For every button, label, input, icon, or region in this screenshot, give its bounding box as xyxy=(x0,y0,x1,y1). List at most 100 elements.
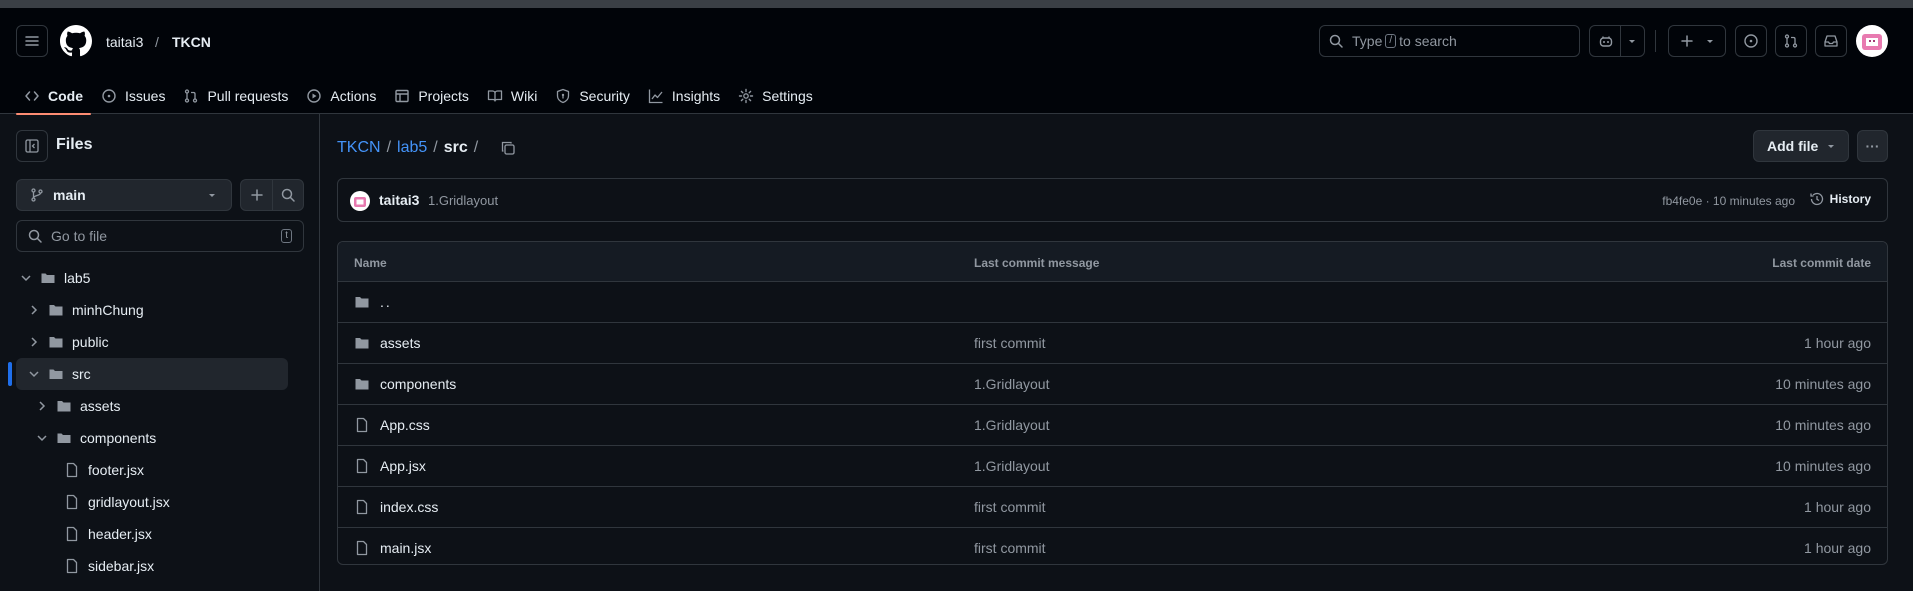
folder-open-icon xyxy=(41,273,55,283)
add-file-button[interactable]: Add file xyxy=(1753,130,1849,162)
commit-message-link[interactable]: 1.Gridlayout xyxy=(974,417,1049,433)
parent-directory-link[interactable]: .. xyxy=(380,294,392,310)
tab-pull-requests[interactable]: Pull requests xyxy=(175,78,296,114)
commit-hash-time[interactable]: fb4fe0e · 10 minutes ago xyxy=(1662,194,1795,208)
tab-wiki[interactable]: Wiki xyxy=(479,78,545,114)
tree-item-label: minhChung xyxy=(72,302,144,318)
file-name-link[interactable]: assets xyxy=(380,335,420,351)
avatar[interactable] xyxy=(350,191,370,211)
chevron-right-icon xyxy=(31,337,38,347)
tab-insights[interactable]: Insights xyxy=(640,78,728,114)
tree-folder-assets[interactable]: assets xyxy=(16,390,288,422)
pull-requests-button[interactable] xyxy=(1775,25,1807,57)
table-row[interactable]: main.jsx first commit 1 hour ago xyxy=(338,528,1887,564)
commit-message[interactable]: 1.Gridlayout xyxy=(428,193,498,208)
commit-message-link[interactable]: first commit xyxy=(974,499,1046,515)
tree-file-sidebar[interactable]: sidebar.jsx xyxy=(16,550,288,582)
commit-message-link[interactable]: first commit xyxy=(974,335,1046,351)
breadcrumb-root-link[interactable]: TKCN xyxy=(337,139,381,157)
issues-button[interactable] xyxy=(1735,25,1767,57)
pull-request-icon xyxy=(1784,34,1798,48)
tree-folder-lab5[interactable]: lab5 xyxy=(16,262,288,294)
copilot-divider xyxy=(1619,26,1621,56)
tree-file-header[interactable]: header.jsx xyxy=(16,518,288,550)
tab-label: Projects xyxy=(418,88,469,104)
commit-author[interactable]: taitai3 xyxy=(379,192,419,208)
commit-date: 10 minutes ago xyxy=(1775,417,1871,433)
branch-selector[interactable]: main xyxy=(16,179,232,211)
create-new-button[interactable] xyxy=(1668,25,1726,57)
file-icon xyxy=(356,499,368,515)
copy-icon xyxy=(502,141,515,155)
commit-date: 1 hour ago xyxy=(1804,335,1871,351)
tab-label: Insights xyxy=(671,88,721,104)
tab-security[interactable]: Security xyxy=(547,78,638,114)
search-input[interactable]: Type / to search xyxy=(1319,25,1580,57)
menu-button[interactable] xyxy=(16,25,48,57)
go-to-file-input[interactable]: Go to file t xyxy=(16,220,304,252)
tree-file-gridlayout[interactable]: gridlayout.jsx xyxy=(16,486,288,518)
search-files-button[interactable] xyxy=(273,180,303,210)
add-file-icon-button[interactable] xyxy=(241,180,272,210)
table-row[interactable]: App.jsx 1.Gridlayout 10 minutes ago xyxy=(338,446,1887,487)
column-header-date: Last commit date xyxy=(1772,256,1871,270)
parent-directory-row[interactable]: .. xyxy=(338,282,1887,323)
avatar[interactable] xyxy=(1856,25,1888,57)
more-options-button[interactable]: ··· xyxy=(1857,130,1888,162)
graph-icon xyxy=(648,89,663,104)
file-name-link[interactable]: index.css xyxy=(380,499,438,515)
column-header-message: Last commit message xyxy=(974,256,1100,270)
tab-label: Actions xyxy=(330,88,377,104)
breadcrumb-separator: / xyxy=(473,139,479,156)
folder-icon xyxy=(355,338,369,349)
file-name-link[interactable]: main.jsx xyxy=(380,540,431,556)
table-row[interactable]: App.css 1.Gridlayout 10 minutes ago xyxy=(338,405,1887,446)
file-name-link[interactable]: components xyxy=(380,376,456,392)
tab-settings[interactable]: Settings xyxy=(730,78,821,114)
tree-item-label: components xyxy=(80,430,157,446)
file-name-link[interactable]: App.jsx xyxy=(380,458,426,474)
copilot-button[interactable] xyxy=(1589,25,1645,57)
table-row[interactable]: index.css first commit 1 hour ago xyxy=(338,487,1887,528)
github-logo-icon[interactable] xyxy=(60,25,92,57)
tree-item-label: footer.jsx xyxy=(88,462,145,478)
breadcrumb-folder-link[interactable]: lab5 xyxy=(397,139,427,157)
plus-icon xyxy=(250,189,263,201)
commit-message-link[interactable]: 1.Gridlayout xyxy=(974,376,1049,392)
tree-folder-components[interactable]: components xyxy=(16,422,288,454)
folder-open-icon xyxy=(49,369,63,379)
column-header-name: Name xyxy=(354,256,387,270)
tree-folder-public[interactable]: public xyxy=(16,326,288,358)
tab-label: Pull requests xyxy=(207,88,289,104)
file-name-link[interactable]: App.css xyxy=(380,417,430,433)
collapse-sidebar-button[interactable] xyxy=(16,130,48,162)
sidebar-collapse-icon xyxy=(25,139,39,153)
tree-item-label: sidebar.jsx xyxy=(88,558,155,574)
repo-link[interactable]: TKCN xyxy=(172,34,211,50)
tab-projects[interactable]: Projects xyxy=(386,78,477,114)
tab-actions[interactable]: Actions xyxy=(298,78,384,114)
commit-message-link[interactable]: first commit xyxy=(974,540,1046,556)
tree-folder-minhchung[interactable]: minhChung xyxy=(16,294,288,326)
tab-code[interactable]: Code xyxy=(16,78,91,115)
tree-file-footer[interactable]: footer.jsx xyxy=(16,454,288,486)
history-button[interactable]: History xyxy=(1809,191,1871,207)
play-icon xyxy=(307,89,322,103)
plus-icon xyxy=(1681,35,1693,47)
copy-path-button[interactable] xyxy=(496,136,520,160)
owner-link[interactable]: taitai3 xyxy=(106,34,143,50)
inbox-icon xyxy=(1824,35,1838,47)
copilot-icon xyxy=(1599,36,1612,47)
search-icon xyxy=(281,188,295,202)
repo-tabs: Code Issues Pull requests Actions Projec… xyxy=(16,78,823,115)
table-row[interactable]: assets first commit 1 hour ago xyxy=(338,323,1887,364)
commit-message-link[interactable]: 1.Gridlayout xyxy=(974,458,1049,474)
inbox-button[interactable] xyxy=(1815,25,1847,57)
tree-folder-src[interactable]: src xyxy=(16,358,288,390)
pull-request-icon xyxy=(185,89,198,103)
tree-item-label: src xyxy=(72,366,91,382)
search-placeholder-suffix: to search xyxy=(1399,33,1457,49)
tab-issues[interactable]: Issues xyxy=(93,78,173,114)
table-row[interactable]: components 1.Gridlayout 10 minutes ago xyxy=(338,364,1887,405)
repo-header: taitai3 / TKCN Type / to search Code Iss… xyxy=(0,8,1913,115)
